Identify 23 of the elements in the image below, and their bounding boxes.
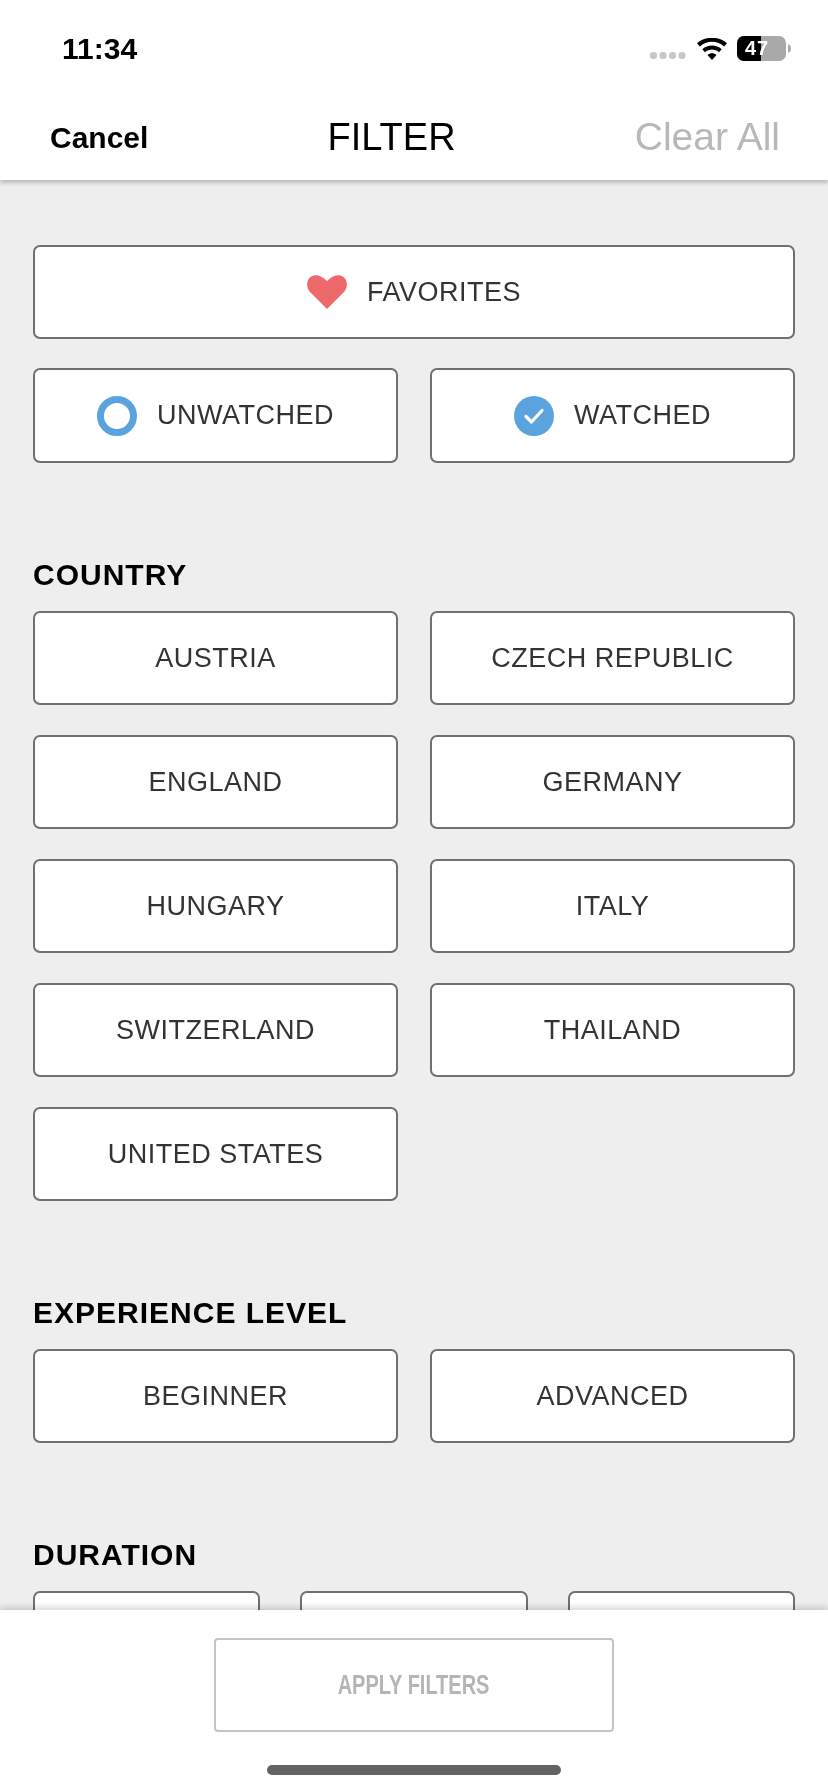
wifi-icon (696, 37, 728, 60)
screen-title: FILTER (327, 115, 456, 160)
filter-option-button[interactable]: HUNGARY (33, 859, 398, 953)
filter-option-button[interactable]: ITALY (430, 859, 795, 953)
cancel-button[interactable]: Cancel (50, 115, 149, 160)
section-heading: EXPERIENCE LEVEL (33, 1295, 349, 1331)
watch-status-button[interactable]: WATCHED (430, 368, 795, 463)
filter-option-button[interactable]: ADVANCED (430, 1349, 795, 1443)
heart-icon (307, 275, 347, 309)
filter-option-button[interactable]: AUSTRIA (33, 611, 398, 705)
section-heading: COUNTRY (33, 557, 189, 593)
filter-option-button[interactable]: GERMANY (430, 735, 795, 829)
filter-option-button[interactable]: ENGLAND (33, 735, 398, 829)
section-heading: DURATION (33, 1537, 199, 1573)
filter-option-button[interactable]: BEGINNER (33, 1349, 398, 1443)
signal-icon (650, 52, 686, 59)
status-time: 11:34 (62, 31, 138, 67)
filter-option-button[interactable]: CZECH REPUBLIC (430, 611, 795, 705)
filter-option-button[interactable]: SWITZERLAND (33, 983, 398, 1077)
filter-option-button[interactable]: THAILAND (430, 983, 795, 1077)
filter-option-button[interactable]: UNITED STATES (33, 1107, 398, 1201)
watch-status-button[interactable]: UNWATCHED (33, 368, 398, 463)
favorites-button[interactable]: FAVORITES (33, 245, 795, 339)
